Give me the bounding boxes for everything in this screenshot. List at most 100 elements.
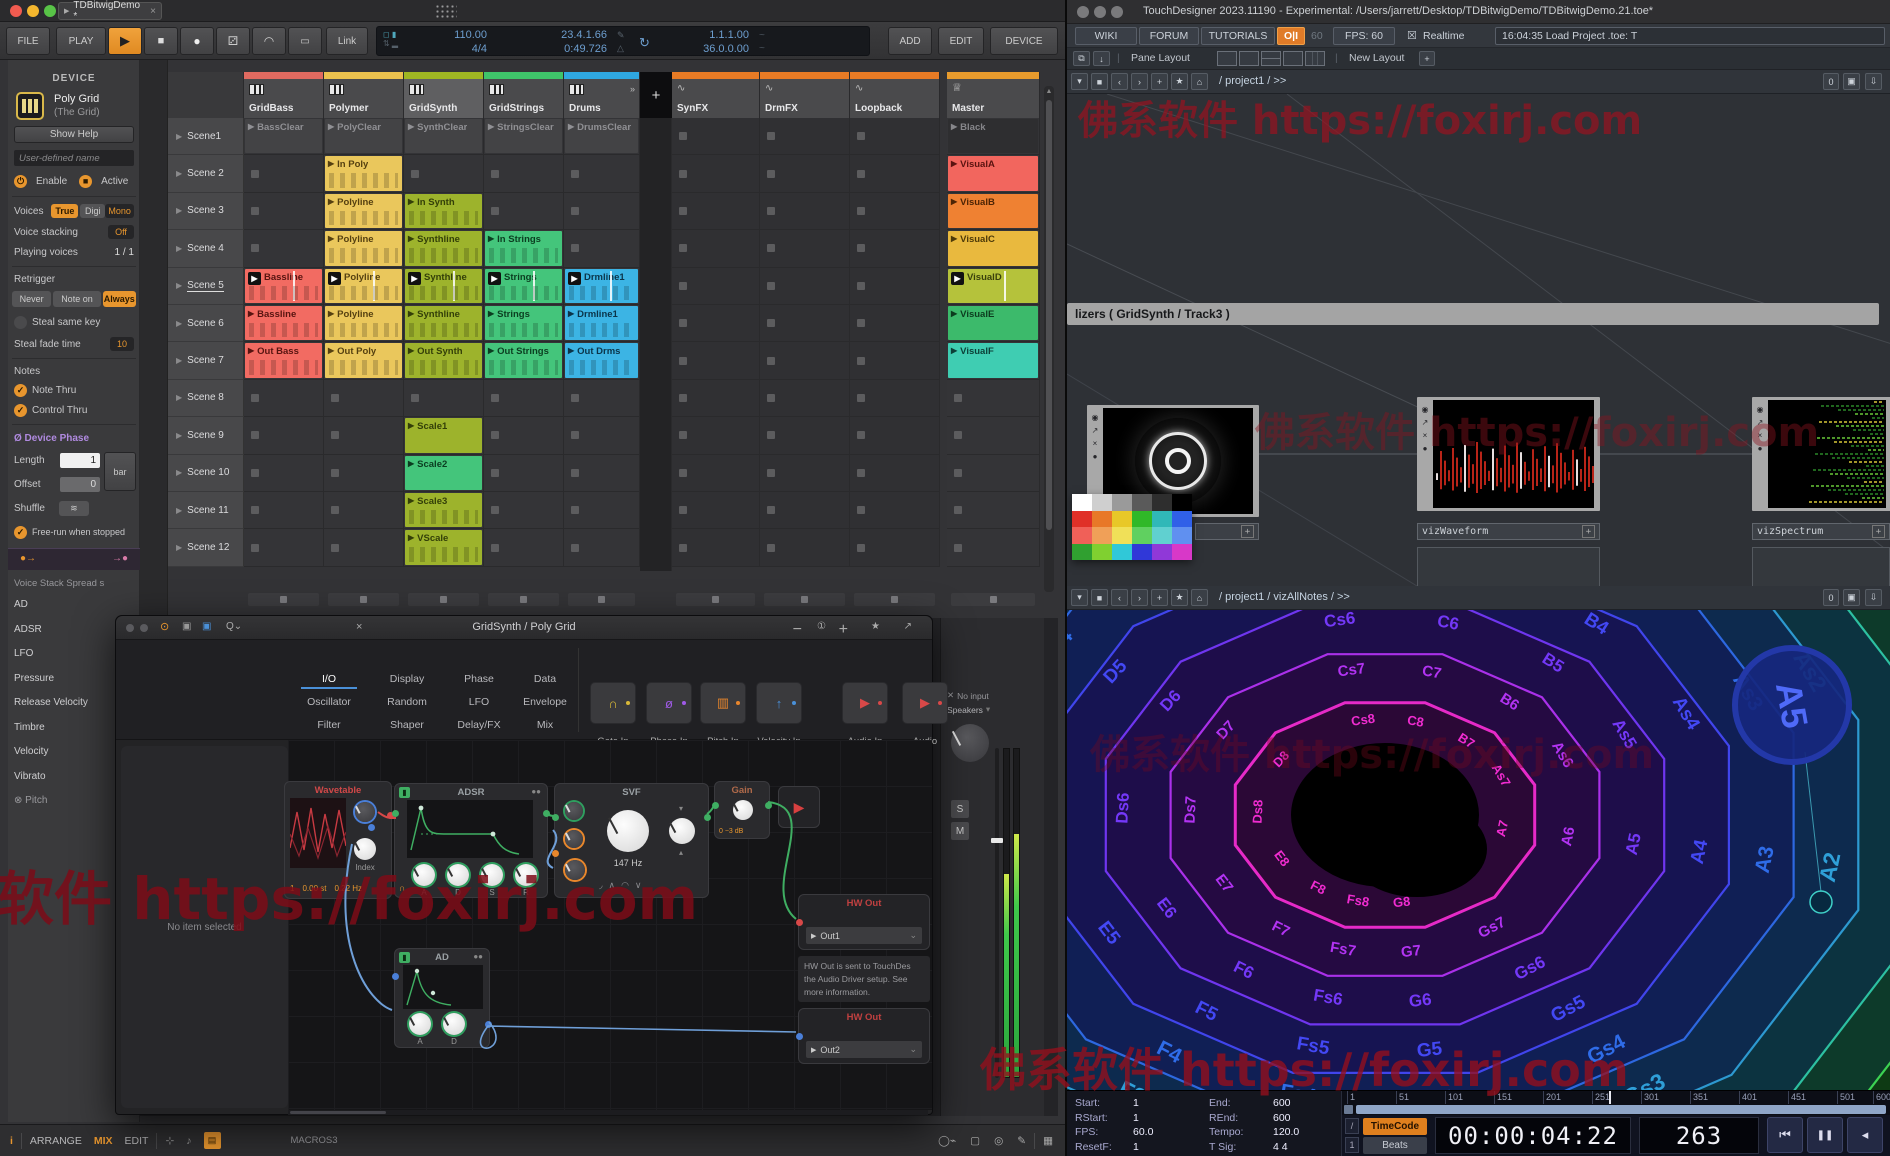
ad-node[interactable]: ▮ AD ●● AD (394, 948, 490, 1048)
clip-slot[interactable] (564, 193, 640, 230)
browser-search-icon[interactable]: ◯⌁ (938, 1135, 956, 1147)
selected-note-marker[interactable] (1810, 891, 1832, 913)
top-node-vizwaveform[interactable]: ◉↗×● (1417, 397, 1600, 511)
clip-slot[interactable] (850, 417, 940, 454)
clip-slot[interactable]: ▶Black (947, 118, 1040, 155)
tl-field-value[interactable]: 120.0 (1273, 1126, 1299, 1138)
time-value[interactable]: 0:49.726 (507, 42, 607, 56)
scene-play-icon[interactable]: ▶ (176, 319, 182, 328)
mod-port[interactable] (368, 824, 375, 831)
frame-ruler[interactable]: 151101151201251301351401451501600 (1342, 1091, 1890, 1104)
wave-knob[interactable] (355, 802, 375, 822)
layout-hsplit-icon[interactable] (1261, 51, 1281, 66)
clip-slot[interactable]: ▶Polyline (324, 268, 404, 305)
palette-swatch[interactable] (1172, 494, 1192, 511)
viz-path[interactable]: / project1 / vizAllNotes / >> (1219, 591, 1350, 603)
forum-button[interactable]: FORUM (1139, 27, 1199, 45)
clip-slot[interactable] (564, 455, 640, 492)
scene-launch-2[interactable]: ▶Scene 2 (168, 155, 244, 192)
add-icon[interactable]: + (839, 621, 848, 639)
clip-slot[interactable]: ▶Strings (484, 305, 564, 342)
clip-play-icon[interactable]: ▶ (248, 122, 254, 131)
input-port[interactable] (552, 814, 559, 821)
forward-icon[interactable]: › (1131, 589, 1148, 606)
clip-play-icon[interactable]: ▶ (408, 496, 414, 505)
retrigger-never-button[interactable]: Never (12, 291, 51, 307)
track-header-gridbass[interactable]: GridBass (244, 72, 324, 118)
clip-play-icon[interactable]: ▶ (408, 346, 414, 355)
clip-slot[interactable]: ▶VScale (404, 529, 484, 566)
clip-play-icon[interactable]: ▶ (488, 309, 494, 318)
clip-playing-icon[interactable]: ▶ (951, 272, 964, 285)
stop-button[interactable]: ■ (144, 27, 178, 55)
clip-playing-icon[interactable]: ▶ (488, 272, 501, 285)
arrange-view-button[interactable]: ARRANGE (30, 1135, 82, 1147)
index-knob[interactable] (354, 838, 376, 860)
retrigger-noteon-button[interactable]: Note on (53, 291, 100, 307)
output-chooser[interactable]: Speakers▾ (947, 704, 990, 715)
clip-slot[interactable]: ▶Drmline1 (564, 305, 640, 342)
clip-slot[interactable] (672, 155, 760, 192)
note-thru-toggle[interactable]: ✓ (14, 384, 27, 397)
clip-playing-icon[interactable]: ▶ (408, 272, 421, 285)
volume-fader-handle[interactable] (991, 838, 1003, 843)
palette-swatch[interactable] (1072, 511, 1092, 528)
tl-field-value[interactable]: 1 (1133, 1097, 1139, 1109)
partial-node[interactable] (1417, 547, 1600, 586)
clip-play-icon[interactable]: ▶ (408, 533, 414, 542)
palette-swatch[interactable] (1112, 544, 1132, 561)
loop-icon[interactable]: ↻ (639, 35, 650, 51)
maximize-traffic-icon[interactable] (1111, 6, 1123, 18)
clip-slot[interactable]: ▶Synthline (404, 305, 484, 342)
svf-node[interactable]: SVF 147 Hz ▾ ▴ ◞∧◠∨ (554, 783, 709, 898)
clip-slot[interactable]: ▶BassClear (244, 118, 324, 155)
clip-play-icon[interactable]: ▶ (408, 421, 414, 430)
back-icon[interactable]: ‹ (1111, 73, 1128, 90)
track-stop-button[interactable] (854, 593, 935, 606)
palette-swatch[interactable] (1152, 511, 1172, 528)
chevron-down-icon[interactable]: ▾ (1071, 73, 1088, 90)
input-port[interactable] (392, 810, 399, 817)
clip-play-icon[interactable]: ▶ (568, 346, 574, 355)
input-port[interactable] (392, 973, 399, 980)
clip-slot[interactable]: ▶In Synth (404, 193, 484, 230)
palette-swatch[interactable] (1132, 527, 1152, 544)
track-stop-button[interactable] (328, 593, 399, 606)
export-icon[interactable]: ⧉ (1073, 51, 1090, 66)
scene-play-icon[interactable]: ▶ (176, 169, 182, 178)
close-traffic-icon[interactable] (10, 5, 22, 17)
step-box[interactable]: 1 (1345, 1137, 1359, 1153)
track-stop-button[interactable] (408, 593, 479, 606)
target-icon[interactable]: ◎ (994, 1135, 1003, 1147)
res-knob[interactable] (669, 818, 695, 844)
clip-slot[interactable] (244, 417, 324, 454)
clip-drmline1[interactable]: ▶Drmline1 (565, 269, 638, 303)
add-icon[interactable]: + (1151, 589, 1168, 606)
zoom-icon[interactable]: ① (817, 621, 826, 632)
tl-field-value[interactable]: 600 (1273, 1112, 1291, 1124)
clip-out-bass[interactable]: ▶Out Bass (245, 343, 322, 377)
clip-play-icon[interactable]: ▶ (328, 346, 334, 355)
clip-slot[interactable] (564, 529, 640, 566)
scene-launch-10[interactable]: ▶Scene 10 (168, 455, 244, 492)
clip-in-poly[interactable]: ▶In Poly (325, 156, 402, 190)
forward-icon[interactable]: › (1131, 73, 1148, 90)
clip-out-drms[interactable]: ▶Out Drms (565, 343, 638, 377)
scene-play-icon[interactable]: ▶ (176, 356, 182, 365)
clip-play-icon[interactable]: ▶ (248, 346, 254, 355)
node3-name-field[interactable]: vizSpectrum+ (1752, 523, 1890, 540)
beats-mode-button[interactable]: Beats (1363, 1137, 1427, 1154)
wiki-button[interactable]: WIKI (1075, 27, 1137, 45)
active-toggle-icon[interactable]: ■ (79, 175, 92, 188)
clip-slot[interactable]: ▶Scale1 (404, 417, 484, 454)
timeline-scrollbar[interactable] (1342, 1104, 1890, 1115)
clip-slot[interactable] (244, 492, 324, 529)
palette-swatch[interactable] (1172, 544, 1192, 561)
clip-playing-icon[interactable]: ▶ (568, 272, 581, 285)
add-button[interactable]: ADD (888, 27, 932, 55)
clip-bassclear[interactable]: ▶BassClear (245, 119, 322, 153)
record-button[interactable]: ● (180, 27, 214, 55)
clip-slot[interactable] (760, 118, 850, 155)
plugin-tab-display[interactable]: Display (368, 668, 446, 690)
scrollbar-thumb[interactable] (1046, 100, 1052, 530)
